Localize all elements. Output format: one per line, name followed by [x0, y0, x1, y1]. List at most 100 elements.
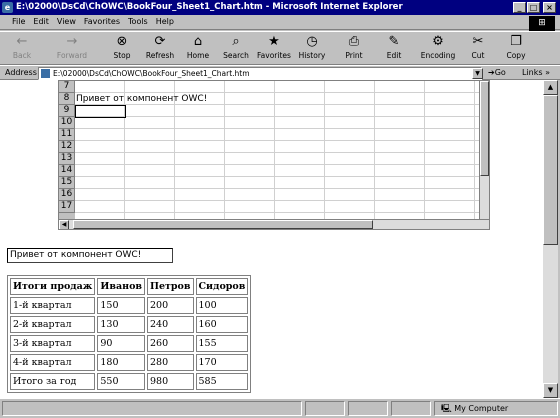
links-button[interactable]: Links » [522, 68, 550, 77]
page-scroll-thumb[interactable] [543, 95, 558, 245]
table-cell: 130 [97, 316, 146, 333]
row-headers: 7 8 9 10 11 12 13 14 15 16 17 [59, 81, 75, 219]
menu-view[interactable]: View [53, 15, 80, 29]
owc-spreadsheet[interactable]: 7 8 9 10 11 12 13 14 15 16 17 Привет от … [58, 80, 490, 230]
window-title: E:\02000\DsCd\ChOWC\BookFour_Sheet1_Char… [16, 2, 403, 12]
row-header[interactable]: 7 [59, 81, 75, 93]
page-content: 7 8 9 10 11 12 13 14 15 16 17 Привет от … [0, 80, 543, 398]
history-button[interactable]: ◷ History [292, 33, 332, 63]
sales-table: Итоги продаж Иванов Петров Сидоров 1-й к… [7, 275, 252, 393]
table-row: Итого за год 550 980 585 [10, 373, 249, 390]
sheet-vscroll-thumb[interactable] [480, 81, 489, 176]
menu-tools[interactable]: Tools [124, 15, 152, 29]
back-button[interactable]: ← Back [2, 33, 42, 63]
table-cell: 200 [147, 297, 194, 314]
table-cell: 3-й квартал [10, 335, 96, 352]
print-button[interactable]: ⎙ Print [334, 33, 374, 63]
browser-window: e E:\02000\DsCd\ChOWC\BookFour_Sheet1_Ch… [0, 0, 560, 418]
encoding-button[interactable]: ⚙ Encoding [418, 33, 458, 63]
row-header[interactable]: 13 [59, 153, 75, 165]
home-icon: ⌂ [193, 34, 203, 49]
row-header[interactable]: 14 [59, 165, 75, 177]
scroll-down-icon[interactable]: ▼ [543, 383, 558, 398]
sheet-horizontal-scrollbar[interactable]: ◀ [59, 219, 489, 229]
table-cell: 155 [195, 335, 249, 352]
menu-edit[interactable]: Edit [29, 15, 53, 29]
table-row: 3-й квартал 90 260 155 [10, 335, 249, 352]
scroll-up-icon[interactable]: ▲ [543, 80, 558, 95]
home-button[interactable]: ⌂ Home [178, 33, 218, 63]
table-cell: 980 [147, 373, 194, 390]
row-header[interactable]: 15 [59, 177, 75, 189]
refresh-button[interactable]: ⟳ Refresh [140, 33, 180, 63]
printer-icon: ⎙ [348, 34, 360, 49]
scroll-left-icon[interactable]: ◀ [59, 220, 69, 229]
row-header[interactable]: 17 [59, 201, 75, 213]
stop-button[interactable]: ⊗ Stop [102, 33, 142, 63]
address-label: Address [5, 68, 37, 77]
row-header[interactable]: 8 [59, 93, 75, 105]
encoding-icon: ⚙ [432, 34, 444, 49]
copy-button[interactable]: ❐ Copy [496, 33, 536, 63]
edit-pencil-icon: ✎ [388, 34, 400, 49]
header-cell: Петров [147, 278, 194, 295]
table-cell: 1-й квартал [10, 297, 96, 314]
page-vertical-scrollbar[interactable]: ▲ ▼ [543, 80, 558, 398]
table-cell: 180 [97, 354, 146, 371]
status-pane [391, 401, 431, 416]
address-dropdown-icon[interactable]: ▼ [472, 68, 483, 79]
maximize-button[interactable]: □ [527, 2, 540, 13]
edit-button[interactable]: ✎ Edit [374, 33, 414, 63]
favorites-button[interactable]: ★ Favorites [254, 33, 294, 63]
sheet-hscroll-thumb[interactable] [73, 220, 373, 229]
table-cell: 170 [195, 354, 249, 371]
row-header[interactable]: 10 [59, 117, 75, 129]
minimize-button[interactable]: _ [513, 2, 526, 13]
cell-a8[interactable]: Привет от компонент OWC! [76, 94, 207, 104]
row-header[interactable]: 9 [59, 105, 75, 117]
go-button[interactable]: ➔Go [488, 68, 506, 77]
standard-toolbar: ← Back → Forward ⊗ Stop ⟳ Refresh ⌂ Home ⌕ Sea… [0, 31, 560, 65]
forward-button[interactable]: → Forward [52, 33, 92, 63]
header-cell: Иванов [97, 278, 146, 295]
search-button[interactable]: ⌕ Search [216, 33, 256, 63]
table-row: 2-й квартал 130 240 160 [10, 316, 249, 333]
row-header[interactable]: 16 [59, 189, 75, 201]
forward-arrow-icon: → [66, 34, 78, 49]
zone-indicator: 🖳 My Computer [441, 404, 509, 413]
stop-icon: ⊗ [116, 34, 128, 49]
table-header-row: Итоги продаж Иванов Петров Сидоров [10, 278, 249, 295]
address-bar: Address E:\02000\DsCd\ChOWC\BookFour_She… [0, 65, 560, 80]
address-input[interactable]: E:\02000\DsCd\ChOWC\BookFour_Sheet1_Char… [38, 67, 482, 80]
favorites-star-icon: ★ [268, 34, 280, 49]
text-input[interactable]: Привет от компонент OWC! [7, 248, 173, 263]
close-button[interactable]: × [543, 2, 556, 13]
table-cell: 2-й квартал [10, 316, 96, 333]
table-cell: 240 [147, 316, 194, 333]
table-cell: 160 [195, 316, 249, 333]
menu-help[interactable]: Help [152, 15, 178, 29]
scissors-icon: ✂ [472, 34, 484, 49]
sheet-vertical-scrollbar[interactable] [479, 81, 489, 219]
menu-favorites[interactable]: Favorites [80, 15, 124, 29]
copy-icon: ❐ [510, 34, 522, 49]
row-header[interactable]: 11 [59, 129, 75, 141]
search-icon: ⌕ [232, 34, 240, 49]
table-cell: 4-й квартал [10, 354, 96, 371]
table-cell: 585 [195, 373, 249, 390]
status-pane [305, 401, 345, 416]
table-cell: Итого за год [10, 373, 96, 390]
table-cell: 150 [97, 297, 146, 314]
table-row: 1-й квартал 150 200 100 [10, 297, 249, 314]
active-cell-a9[interactable] [75, 105, 126, 118]
row-header[interactable]: 12 [59, 141, 75, 153]
ie-logo-icon: e [2, 2, 13, 13]
menu-file[interactable]: File [0, 15, 29, 29]
address-value: E:\02000\DsCd\ChOWC\BookFour_Sheet1_Char… [53, 69, 250, 78]
windows-logo-icon: ⊞ [529, 16, 555, 31]
table-cell: 550 [97, 373, 146, 390]
status-pane [348, 401, 388, 416]
header-cell: Сидоров [195, 278, 249, 295]
cut-button[interactable]: ✂ Cut [458, 33, 498, 63]
table-cell: 90 [97, 335, 146, 352]
